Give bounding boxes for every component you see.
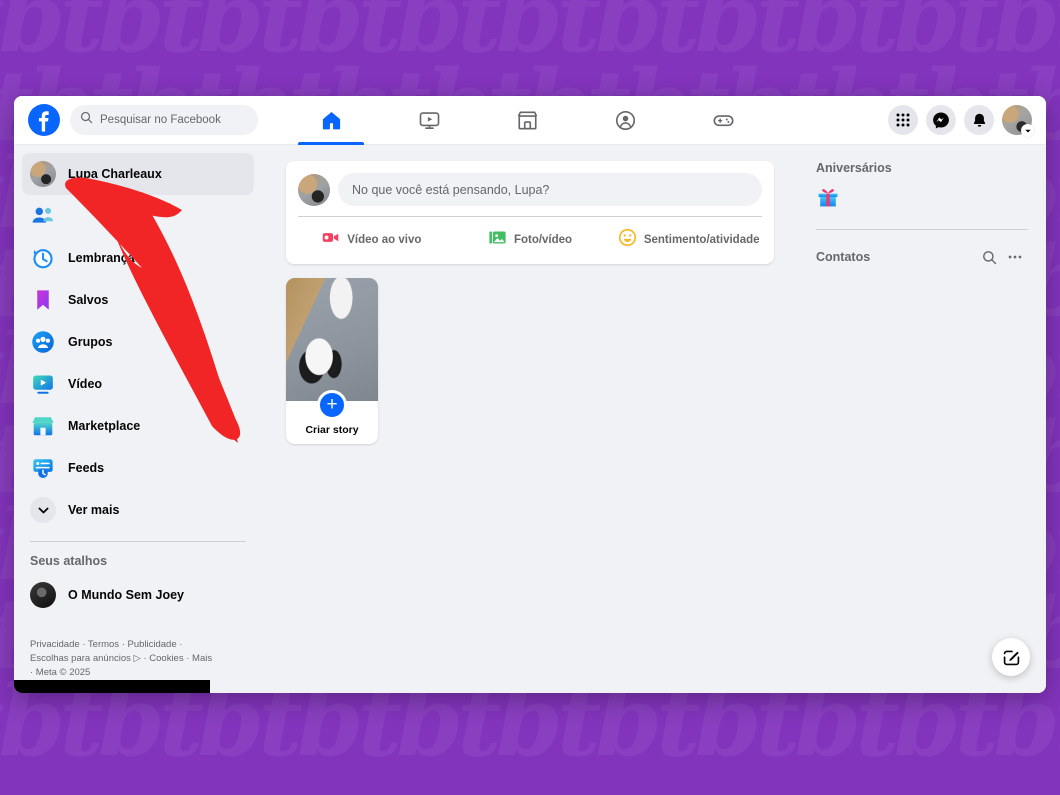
- sidebar-footer: Privacidade · Termos · Publicidade · Esc…: [22, 638, 237, 680]
- facebook-window: Pesquisar no Facebook Lupa Charleaux Lem…: [14, 96, 1046, 693]
- tab-gaming[interactable]: [674, 96, 772, 145]
- sidebar-item-label: Ver mais: [68, 503, 120, 517]
- new-message-button[interactable]: [992, 638, 1030, 676]
- chevron-down-icon: [1021, 124, 1034, 137]
- footer-line-2[interactable]: Escolhas para anúncios: [30, 653, 131, 664]
- adchoices-icon: ▷: [133, 653, 141, 664]
- gift-icon: [818, 189, 838, 207]
- sidebar-item-saved[interactable]: Salvos: [22, 279, 254, 321]
- topbar-left-group: Pesquisar no Facebook: [14, 104, 282, 136]
- chevron-down-icon: [30, 497, 56, 523]
- search-placeholder: Pesquisar no Facebook: [100, 114, 221, 126]
- sidebar-item-marketplace[interactable]: Marketplace: [22, 405, 254, 447]
- friends-icon: [32, 207, 54, 223]
- page-avatar-icon: [30, 582, 56, 608]
- saved-bookmark-icon: [37, 290, 49, 310]
- sidebar-shortcut-item[interactable]: O Mundo Sem Joey: [22, 574, 254, 616]
- birthdays-title: Aniversários: [816, 161, 892, 175]
- feeds-icon: [33, 459, 53, 479]
- top-navigation-bar: Pesquisar no Facebook: [14, 96, 1046, 145]
- sidebar-item-label: Vídeo: [68, 377, 103, 391]
- tab-home[interactable]: [282, 96, 380, 145]
- photo-video-label: Foto/vídeo: [513, 234, 573, 246]
- create-story-label: Criar story: [305, 424, 359, 436]
- live-video-label: Vídeo ao vivo: [347, 234, 422, 246]
- sidebar-item-label: Marketplace: [68, 419, 141, 433]
- right-sidebar: Aniversários Contatos: [798, 145, 1046, 693]
- profile-avatar-icon: [30, 161, 56, 187]
- composer-input[interactable]: No que você está pensando, Lupa?: [338, 173, 762, 206]
- compose-pencil-icon: [1003, 650, 1019, 665]
- footer-line-2b[interactable]: · Cookies · Mais: [143, 653, 212, 664]
- right-sidebar-divider: [816, 229, 1028, 230]
- tab-groups[interactable]: [576, 96, 674, 145]
- cat-photo-thumb: [286, 278, 378, 401]
- topbar-right-group: [888, 105, 1046, 137]
- sidebar-item-groups[interactable]: Grupos: [22, 321, 254, 363]
- left-sidebar: Lupa Charleaux Lembranças Salvos Grupos …: [14, 145, 262, 693]
- sidebar-item-feeds[interactable]: Feeds: [22, 447, 254, 489]
- messenger-icon[interactable]: [926, 105, 956, 135]
- sidebar-item-label: Salvos: [68, 293, 109, 307]
- main-content: Lupa Charleaux Lembranças Salvos Grupos …: [14, 145, 1046, 693]
- tab-marketplace[interactable]: [478, 96, 576, 145]
- sidebar-divider: [30, 541, 246, 542]
- top-nav-tabs: [282, 96, 888, 145]
- contacts-search-icon[interactable]: [976, 244, 1002, 270]
- sidebar-item-see-more[interactable]: Ver mais: [22, 489, 254, 531]
- tab-video[interactable]: [380, 96, 478, 145]
- memories-clock-icon: [33, 249, 53, 269]
- search-input[interactable]: Pesquisar no Facebook: [70, 105, 258, 135]
- sidebar-item-video[interactable]: Vídeo: [22, 363, 254, 405]
- create-story-card[interactable]: + Criar story: [286, 278, 378, 444]
- grid-apps-icon[interactable]: [888, 105, 918, 135]
- live-video-button[interactable]: Vídeo ao vivo: [292, 223, 451, 257]
- composer-placeholder: No que você está pensando, Lupa?: [352, 182, 550, 197]
- plus-icon: +: [317, 390, 347, 420]
- stories-row: + Criar story: [286, 278, 774, 444]
- feeling-activity-icon: [618, 228, 637, 252]
- facebook-logo-icon[interactable]: [28, 104, 60, 136]
- shortcut-label: O Mundo Sem Joey: [68, 588, 184, 602]
- feeling-activity-label: Sentimento/atividade: [643, 234, 760, 246]
- footer-line-3: · Meta © 2025: [30, 667, 91, 678]
- sidebar-item-label: Lembranças: [68, 251, 142, 265]
- search-icon: [80, 111, 93, 129]
- bell-icon[interactable]: [964, 105, 994, 135]
- sidebar-item-label: Grupos: [68, 335, 113, 349]
- post-composer-card: No que você está pensando, Lupa? Vídeo a…: [286, 161, 774, 264]
- sidebar-item-profile[interactable]: Lupa Charleaux: [22, 153, 254, 195]
- shortcuts-title: Seus atalhos: [30, 554, 108, 568]
- groups-icon: [32, 331, 54, 353]
- sidebar-item-memories[interactable]: Lembranças: [22, 237, 254, 279]
- photo-video-button[interactable]: Foto/vídeo: [451, 223, 610, 257]
- sidebar-item-friends[interactable]: [22, 195, 254, 237]
- photo-video-icon: [488, 228, 507, 252]
- sidebar-item-label: Lupa Charleaux: [68, 167, 162, 181]
- composer-avatar-icon: [298, 173, 330, 206]
- center-feed: No que você está pensando, Lupa? Vídeo a…: [262, 145, 798, 693]
- account-avatar-icon[interactable]: [1002, 105, 1034, 137]
- contacts-title: Contatos: [816, 250, 871, 264]
- footer-line-1[interactable]: Privacidade · Termos · Publicidade ·: [30, 638, 229, 652]
- video-icon: [33, 375, 53, 394]
- contacts-options-ellipsis-icon[interactable]: [1002, 244, 1028, 270]
- feeling-activity-button[interactable]: Sentimento/atividade: [609, 223, 768, 257]
- overlay-black-bar: [14, 680, 210, 693]
- sidebar-item-label: Feeds: [68, 461, 105, 475]
- marketplace-icon: [32, 417, 54, 436]
- live-video-icon: [321, 228, 340, 252]
- contacts-header: Contatos: [816, 244, 1028, 270]
- composer-top-row: No que você está pensando, Lupa?: [286, 161, 774, 216]
- composer-actions: Vídeo ao vivo Foto/vídeo Sentimento/ativ…: [286, 217, 774, 264]
